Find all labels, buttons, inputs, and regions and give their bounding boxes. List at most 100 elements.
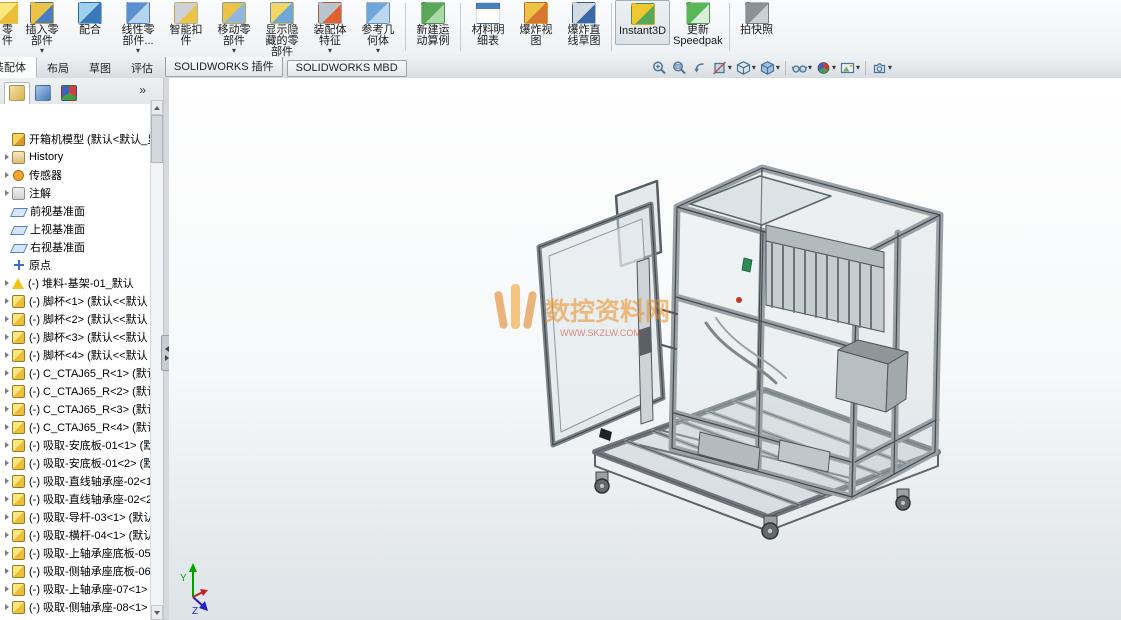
tree-item[interactable]: (-) 吸取-上轴承座底板-05 [0, 544, 163, 562]
expand-arrow-icon[interactable] [5, 604, 9, 610]
view-tool-button[interactable]: ▾ [870, 60, 893, 76]
tree-item[interactable]: (-) C_CTAJ65_R<2> (默认 [0, 382, 163, 400]
expand-arrow-icon[interactable] [5, 172, 9, 178]
command-tab[interactable]: SOLIDWORKS MBD [287, 60, 407, 77]
command-tab[interactable]: 草图 [79, 57, 121, 78]
ribbon-button[interactable]: 新建运 动算例 [409, 0, 457, 54]
ribbon-button[interactable]: 移动零 部件 ▾ [210, 0, 258, 54]
view-tool-button[interactable] [650, 60, 669, 76]
expand-arrow-icon[interactable] [5, 388, 9, 394]
expand-arrow-icon[interactable] [5, 514, 9, 520]
expand-arrow-icon[interactable] [5, 298, 9, 304]
ribbon-button[interactable]: 智能扣 件 [162, 0, 210, 54]
ribbon-button[interactable]: 配合 [66, 0, 114, 43]
tree-item[interactable]: (-) 吸取-上轴承座-07<1> [0, 580, 163, 598]
tree-item[interactable]: (-) 吸取-横杆-04<1> (默认 [0, 526, 163, 544]
tree-item[interactable]: 前视基准面 [0, 202, 163, 220]
ribbon-button-clipped[interactable]: 零 件 [0, 0, 18, 47]
tree-item[interactable]: (-) C_CTAJ65_R<3> (默认 [0, 400, 163, 418]
panel-tab[interactable] [56, 82, 82, 105]
view-tool-button[interactable]: ▾ [734, 60, 757, 76]
panel-tab[interactable] [4, 82, 30, 105]
expand-arrow-icon[interactable] [5, 208, 9, 214]
ribbon-button[interactable]: 材料明 细表 [464, 0, 512, 54]
ribbon-button[interactable] [405, 3, 406, 51]
tree-item[interactable]: (-) 吸取-直线轴承座-02<2 [0, 490, 163, 508]
expand-arrow-icon[interactable] [5, 550, 9, 556]
expand-arrow-icon[interactable] [5, 370, 9, 376]
command-tab[interactable]: 装配体 [0, 57, 37, 78]
ribbon-button[interactable]: 更新 Speedpak [670, 0, 726, 54]
scrollbar-thumb[interactable] [151, 115, 163, 163]
expand-arrow-icon[interactable] [5, 154, 9, 160]
tree-item[interactable]: (-) 吸取-侧轴承座底板-06 [0, 562, 163, 580]
ribbon-button[interactable] [729, 3, 730, 51]
command-tab[interactable]: SOLIDWORKS 插件 [165, 57, 283, 77]
view-tool-button[interactable] [865, 61, 866, 75]
panel-tab[interactable] [30, 82, 56, 105]
tree-item[interactable]: (-) 吸取-安底板-01<2> (默 [0, 454, 163, 472]
tree-item[interactable]: (-) 吸取-直线轴承座-02<1 [0, 472, 163, 490]
view-tool-button[interactable]: ▾ [710, 60, 733, 76]
tree-item[interactable]: (-) 脚杯<2> (默认<<默认 [0, 310, 163, 328]
tree-item[interactable]: 注解 [0, 184, 163, 202]
view-tool-button[interactable]: ▾ [814, 60, 837, 76]
tree-item[interactable]: (-) 脚杯<3> (默认<<默认 [0, 328, 163, 346]
expand-arrow-icon[interactable] [5, 334, 9, 340]
scrollbar-up-button[interactable] [151, 100, 163, 115]
ribbon-button[interactable]: 线性零 部件... ▾ [114, 0, 162, 54]
scrollbar-down-button[interactable] [151, 605, 163, 620]
tree-item[interactable]: 开箱机模型 (默认<默认_显 [0, 130, 163, 148]
expand-arrow-icon[interactable] [5, 460, 9, 466]
expand-arrow-icon[interactable] [5, 478, 9, 484]
view-tool-button[interactable] [670, 60, 689, 76]
ribbon-button[interactable]: 插入零 部件 ▾ [18, 0, 66, 54]
tree-item[interactable]: (-) 吸取-导杆-03<1> (默认 [0, 508, 163, 526]
ribbon-button[interactable]: 显示隐 藏的零 部件 [258, 0, 306, 58]
tree-item[interactable]: (-) 堆料-基架-01_默认 [0, 274, 163, 292]
expand-arrow-icon[interactable] [5, 136, 9, 142]
view-tool-button[interactable]: ▾ [790, 60, 813, 76]
expand-arrow-icon[interactable] [5, 496, 9, 502]
expand-arrow-icon[interactable] [5, 532, 9, 538]
tree-item[interactable]: (-) 吸取-侧轴承座-08<1> [0, 598, 163, 616]
tree-item[interactable]: 原点 [0, 256, 163, 274]
tree-item[interactable]: (-) 吸取-安底板-01<1> (默 [0, 436, 163, 454]
expand-arrow-icon[interactable] [5, 568, 9, 574]
expand-arrow-icon[interactable] [5, 352, 9, 358]
model-canvas[interactable]: 数控资料网 WWW.SKZLW.COM Y Z [169, 78, 1121, 620]
tree-item[interactable]: 上视基准面 [0, 220, 163, 238]
cad-model[interactable] [539, 168, 940, 539]
tree-item[interactable]: (-) 脚杯<1> (默认<<默认 [0, 292, 163, 310]
expand-arrow-icon[interactable] [5, 244, 9, 250]
view-tool-button[interactable] [690, 60, 709, 76]
expand-arrow-icon[interactable] [5, 316, 9, 322]
expand-arrow-icon[interactable] [5, 586, 9, 592]
ribbon-button[interactable]: 爆炸视 图 [512, 0, 560, 54]
expand-arrow-icon[interactable] [5, 406, 9, 412]
ribbon-button[interactable]: Instant3D [615, 0, 670, 45]
view-tool-button[interactable]: ▾ [758, 60, 781, 76]
expand-arrow-icon[interactable] [5, 442, 9, 448]
expand-arrow-icon[interactable] [5, 280, 9, 286]
ribbon-button[interactable] [611, 3, 612, 51]
expand-arrow-icon[interactable] [5, 190, 9, 196]
ribbon-button[interactable]: 爆炸直 线草图 [560, 0, 608, 54]
tree-item[interactable]: (-) C_CTAJ65_R<4> (默认 [0, 418, 163, 436]
graphics-viewport[interactable]: 数控资料网 WWW.SKZLW.COM Y Z [169, 78, 1121, 620]
tree-item[interactable]: 右视基准面 [0, 238, 163, 256]
expand-arrow-icon[interactable] [5, 262, 9, 268]
view-tool-button[interactable] [785, 61, 786, 75]
ribbon-button[interactable]: 参考几 何体 ▾ [354, 0, 402, 54]
expand-arrow-icon[interactable] [5, 424, 9, 430]
ribbon-button[interactable]: 拍快照 [733, 0, 781, 43]
expand-arrow-icon[interactable] [5, 226, 9, 232]
ribbon-button[interactable] [460, 3, 461, 51]
tree-item[interactable]: (-) C_CTAJ65_R<1> (默认 [0, 364, 163, 382]
panel-more-chevron[interactable]: » [136, 83, 149, 97]
ribbon-button[interactable]: 装配体 特征 ▾ [306, 0, 354, 54]
command-tab[interactable]: 评估 [121, 57, 163, 78]
tree-item[interactable]: 传感器 [0, 166, 163, 184]
tree-item[interactable]: (-) 脚杯<4> (默认<<默认 [0, 346, 163, 364]
view-tool-button[interactable]: ▾ [838, 60, 861, 76]
